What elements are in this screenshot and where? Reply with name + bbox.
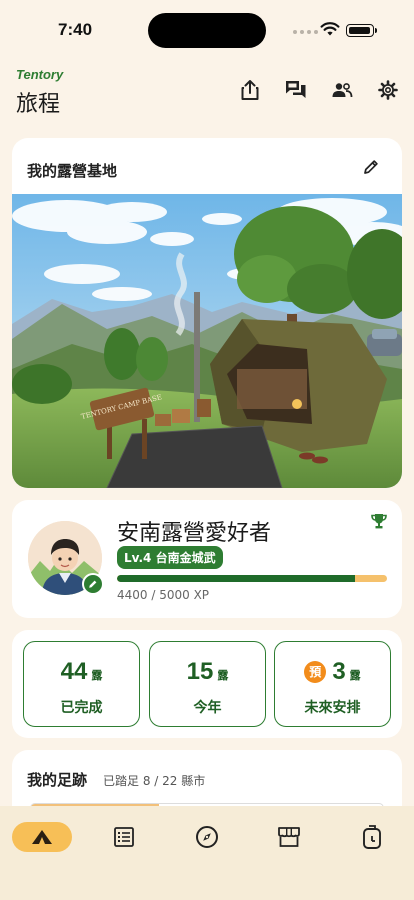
stat-value: 3 xyxy=(332,658,346,685)
pencil-icon xyxy=(89,580,97,588)
camp-base-title: 我的露營基地 xyxy=(27,162,118,180)
avatar-edit-button[interactable] xyxy=(82,573,104,595)
settings-icon xyxy=(378,80,398,100)
compass-icon xyxy=(196,826,218,848)
tab-bar xyxy=(0,806,414,900)
xp-text: 4400 / 5000 XP xyxy=(117,588,210,602)
xp-progress-fill xyxy=(117,575,355,582)
status-bar: 7:40 xyxy=(0,0,414,60)
stat-unit: 露 xyxy=(217,669,229,682)
header-actions xyxy=(238,78,400,102)
settings-button[interactable] xyxy=(376,78,400,102)
backpack-icon xyxy=(363,825,381,849)
chat-button[interactable] xyxy=(284,78,308,102)
stat-value: 44 xyxy=(60,658,88,685)
battery-icon xyxy=(346,24,377,37)
share-button[interactable] xyxy=(238,78,262,102)
status-time: 7:40 xyxy=(58,20,93,39)
stat-label: 未來安排 xyxy=(304,700,361,716)
chat-icon xyxy=(286,81,306,98)
friends-icon xyxy=(332,83,353,98)
profile-name: 安南露營愛好者 xyxy=(117,521,272,546)
store-icon xyxy=(278,827,300,847)
cellular-signal-icon xyxy=(293,30,318,34)
level-badge: Lv.4 台南金城武 xyxy=(117,546,223,569)
tent-icon xyxy=(32,830,52,844)
stat-this-year[interactable]: 15 露 今年 xyxy=(149,641,266,727)
xp-progress-bar xyxy=(117,575,387,582)
tab-store[interactable] xyxy=(259,822,319,852)
pencil-icon[interactable] xyxy=(362,158,380,176)
trophy-icon[interactable] xyxy=(370,512,388,530)
avatar[interactable] xyxy=(28,521,104,595)
wifi-icon xyxy=(320,22,340,36)
stat-label: 今年 xyxy=(193,700,222,716)
friends-button[interactable] xyxy=(330,78,354,102)
upcoming-badge: 預 xyxy=(304,661,327,683)
footprint-title: 我的足跡 xyxy=(27,771,88,789)
camp-base-card: 我的露營基地 TENTORY CAMP BASE xyxy=(12,138,402,488)
list-icon xyxy=(114,827,134,847)
stat-unit: 露 xyxy=(349,669,361,682)
camp-base-illustration: TENTORY CAMP BASE xyxy=(12,194,402,488)
stat-label: 已完成 xyxy=(60,700,103,716)
page-title: 旅程 xyxy=(16,92,61,117)
stat-upcoming[interactable]: 預3露 未來安排 xyxy=(274,641,391,727)
stat-unit: 露 xyxy=(91,669,103,682)
share-icon xyxy=(241,80,259,100)
brand-logo: Tentory xyxy=(16,67,64,82)
profile-card: 安南露營愛好者 Lv.4 台南金城武 4400 / 5000 XP xyxy=(12,500,402,618)
dynamic-island xyxy=(148,13,266,48)
tab-list[interactable] xyxy=(94,822,154,852)
tab-explore[interactable] xyxy=(177,822,237,852)
tab-gear[interactable] xyxy=(342,822,402,852)
stat-value: 15 xyxy=(186,658,214,685)
stats-card: 44 露 已完成 15 露 今年 預3露 未來安排 xyxy=(12,630,402,738)
stat-completed[interactable]: 44 露 已完成 xyxy=(23,641,140,727)
tab-trips[interactable] xyxy=(12,822,72,852)
footprint-subtitle: 已踏足 8 / 22 縣市 xyxy=(103,774,206,788)
